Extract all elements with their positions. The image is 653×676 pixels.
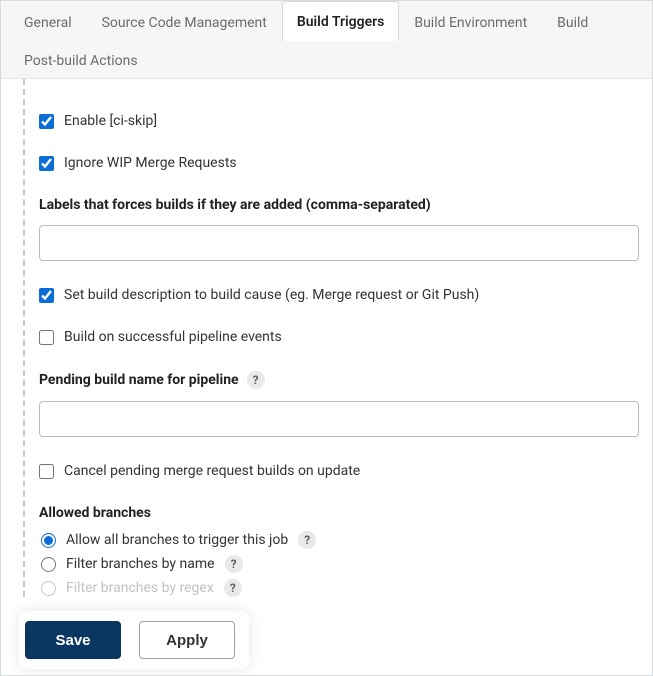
config-tabs: General Source Code Management Build Tri… [1,1,652,79]
tab-general[interactable]: General [9,2,87,41]
cancel-pending-checkbox[interactable] [39,464,54,479]
help-icon[interactable]: ? [225,555,243,573]
labels-force-build-input[interactable] [39,225,639,261]
build-on-pipeline-label: Build on successful pipeline events [64,329,282,345]
apply-button[interactable]: Apply [139,621,235,659]
pending-build-name-input[interactable] [39,401,639,437]
filter-branches-name-label: Filter branches by name [66,556,215,572]
tab-build-environment[interactable]: Build Environment [399,2,542,41]
tab-build[interactable]: Build [542,2,603,41]
tab-post-build-actions[interactable]: Post-build Actions [9,40,153,79]
help-icon[interactable]: ? [224,579,242,597]
allow-all-branches-label: Allow all branches to trigger this job [66,532,288,548]
help-icon[interactable]: ? [247,371,265,389]
set-build-description-checkbox[interactable] [39,288,54,303]
set-build-description-label: Set build description to build cause (eg… [64,287,479,303]
help-icon[interactable]: ? [298,531,316,549]
enable-ci-skip-label: Enable [ci-skip] [64,113,157,129]
allowed-branches-heading: Allowed branches [39,505,632,521]
filter-branches-regex-radio[interactable] [41,581,56,596]
pending-build-name-heading: Pending build name for pipeline [39,372,239,388]
cancel-pending-label: Cancel pending merge request builds on u… [64,463,360,479]
ignore-wip-label: Ignore WIP Merge Requests [64,155,237,171]
tab-scm[interactable]: Source Code Management [87,2,282,41]
filter-branches-name-radio[interactable] [41,557,56,572]
filter-branches-regex-label: Filter branches by regex [66,580,214,596]
enable-ci-skip-checkbox[interactable] [39,114,54,129]
section-guide-line [23,79,25,597]
save-button[interactable]: Save [25,621,121,659]
build-on-pipeline-checkbox[interactable] [39,330,54,345]
tab-build-triggers[interactable]: Build Triggers [282,1,400,41]
action-bar: Save Apply [19,611,249,669]
ignore-wip-checkbox[interactable] [39,156,54,171]
labels-force-build-heading: Labels that forces builds if they are ad… [39,197,632,213]
allow-all-branches-radio[interactable] [41,533,56,548]
